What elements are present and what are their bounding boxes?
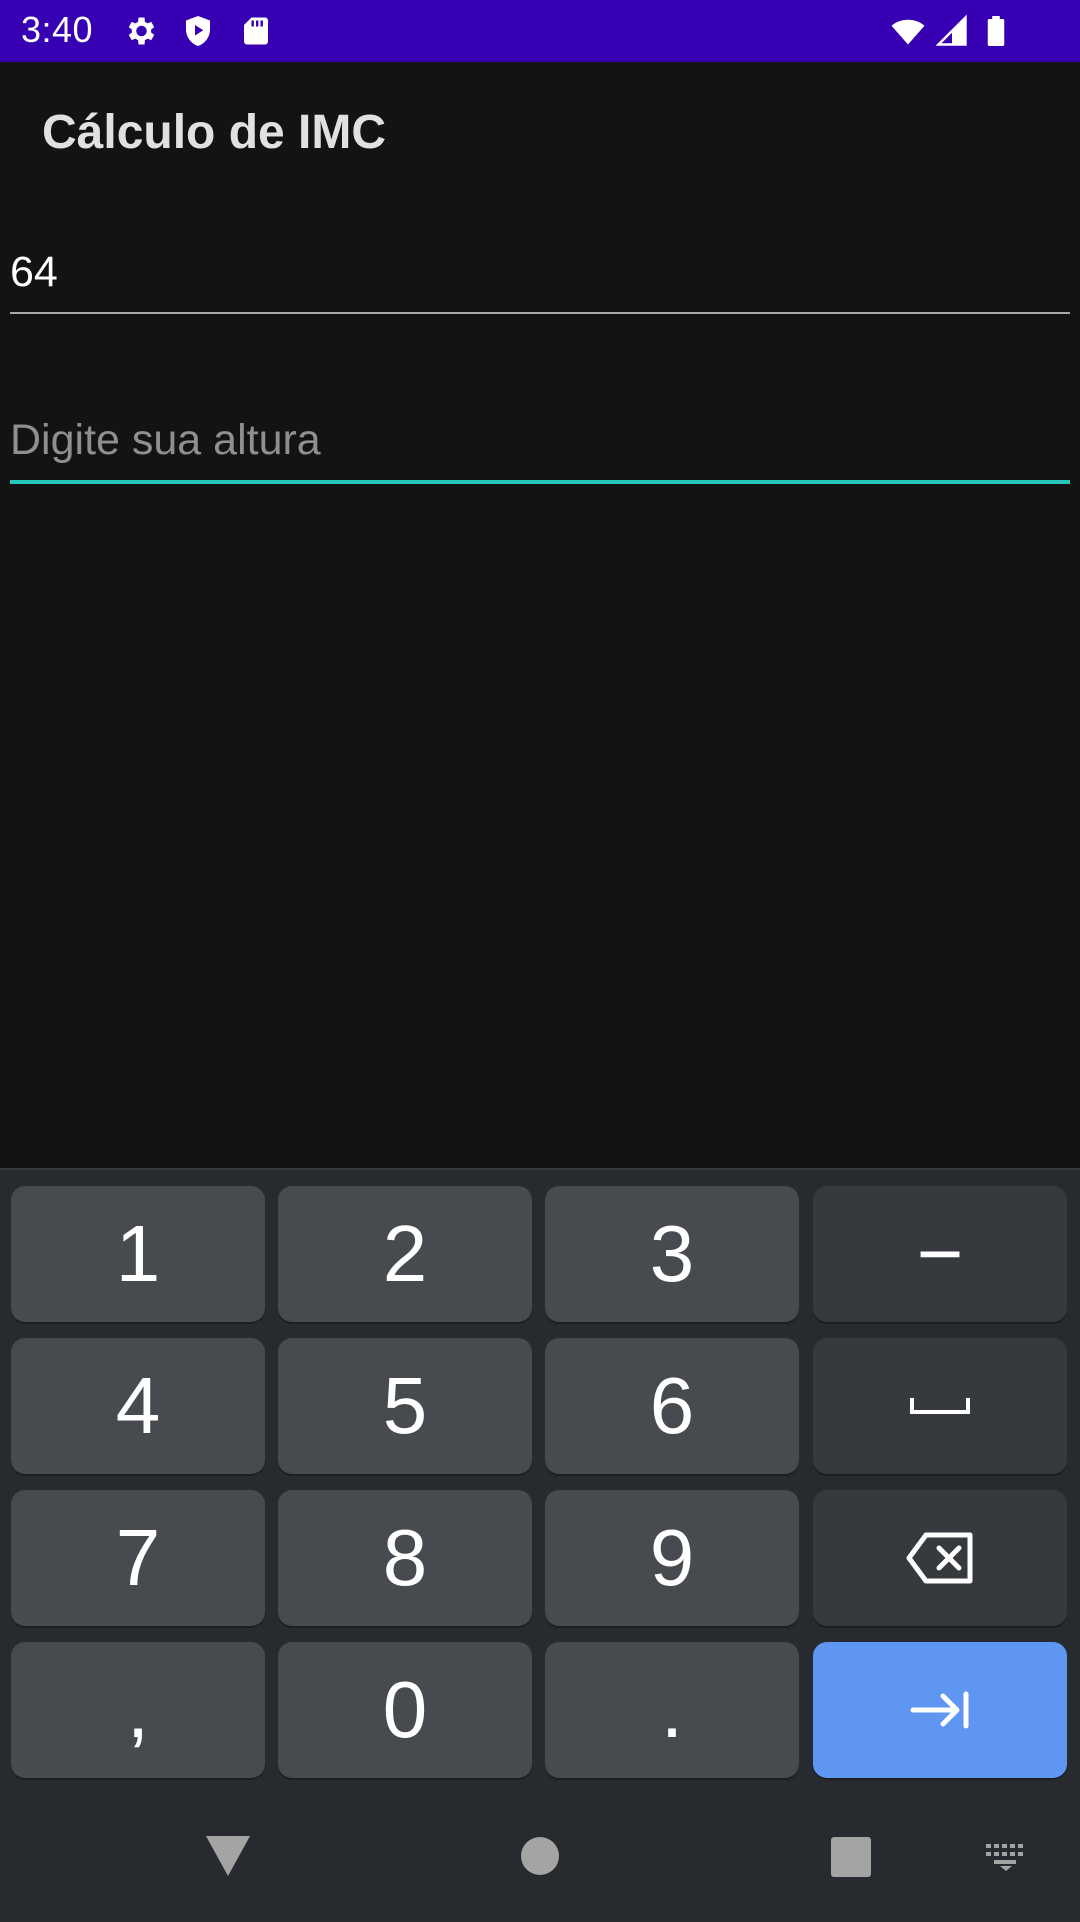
app-title: Cálculo de IMC bbox=[42, 106, 387, 159]
battery-icon bbox=[978, 13, 1014, 49]
key-5[interactable]: 5 bbox=[278, 1338, 532, 1474]
key-0[interactable]: 0 bbox=[278, 1642, 532, 1778]
back-icon bbox=[204, 1836, 252, 1882]
key-4[interactable]: 4 bbox=[11, 1338, 265, 1474]
space-key[interactable] bbox=[813, 1338, 1067, 1474]
numeric-keyboard: 1 2 3 − 4 5 6 7 8 9 , 0 . bbox=[0, 1168, 1080, 1922]
weight-input-underline bbox=[10, 312, 1070, 314]
next-key[interactable] bbox=[813, 1642, 1067, 1778]
weight-input-value[interactable]: 64 bbox=[10, 248, 58, 297]
play-protect-icon bbox=[180, 13, 216, 49]
key-comma[interactable]: , bbox=[11, 1642, 265, 1778]
status-time: 3:40 bbox=[21, 9, 94, 50]
space-icon bbox=[910, 1396, 970, 1416]
wifi-icon bbox=[890, 13, 926, 49]
gear-icon bbox=[122, 13, 158, 49]
backspace-key[interactable] bbox=[813, 1490, 1067, 1626]
sd-card-icon bbox=[238, 13, 274, 49]
status-bar: 3:40 bbox=[0, 0, 1080, 62]
height-input[interactable]: Digite sua altura bbox=[10, 408, 1070, 488]
keyboard-switch-icon bbox=[984, 1844, 1028, 1876]
key-period[interactable]: . bbox=[545, 1642, 799, 1778]
key-2[interactable]: 2 bbox=[278, 1186, 532, 1322]
back-button[interactable] bbox=[204, 1834, 252, 1878]
signal-icon bbox=[934, 13, 970, 49]
key-7[interactable]: 7 bbox=[11, 1490, 265, 1626]
recents-button[interactable] bbox=[830, 1836, 872, 1878]
home-icon bbox=[520, 1837, 560, 1880]
keyboard-switch-button[interactable] bbox=[984, 1842, 1028, 1872]
height-input-underline bbox=[10, 480, 1070, 484]
key-3[interactable]: 3 bbox=[545, 1186, 799, 1322]
key-9[interactable]: 9 bbox=[545, 1490, 799, 1626]
height-input-placeholder[interactable]: Digite sua altura bbox=[10, 416, 321, 465]
home-button[interactable] bbox=[520, 1836, 560, 1876]
backspace-icon bbox=[906, 1532, 974, 1584]
key-8[interactable]: 8 bbox=[278, 1490, 532, 1626]
key-6[interactable]: 6 bbox=[545, 1338, 799, 1474]
key-1[interactable]: 1 bbox=[11, 1186, 265, 1322]
recents-icon bbox=[830, 1837, 872, 1882]
weight-input[interactable]: 64 bbox=[10, 240, 1070, 320]
next-tab-icon bbox=[910, 1690, 970, 1730]
key-minus[interactable]: − bbox=[813, 1186, 1067, 1322]
